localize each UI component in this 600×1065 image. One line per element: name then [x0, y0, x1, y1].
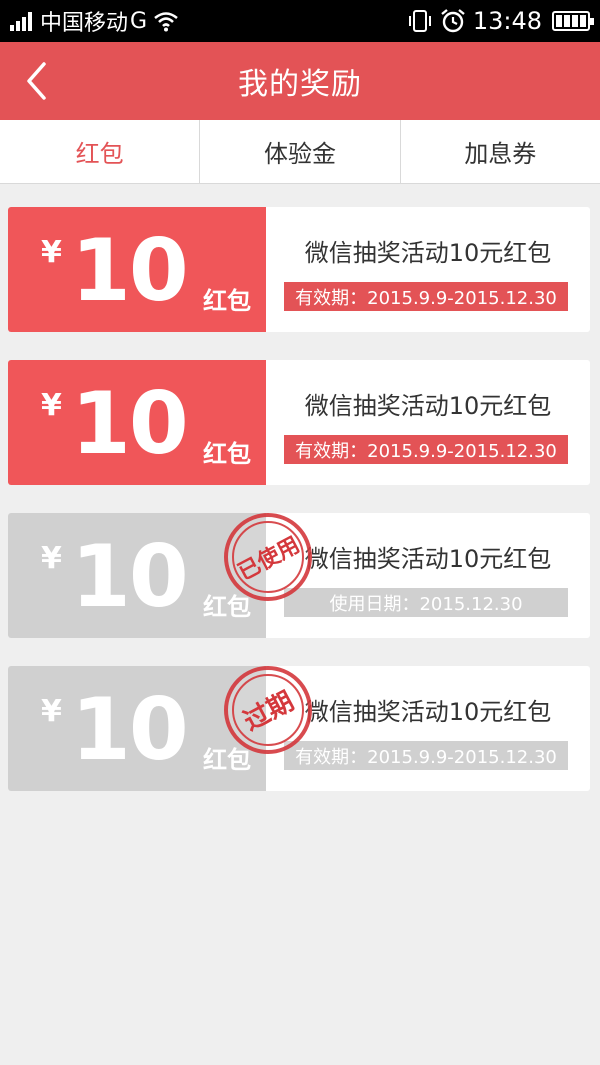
reward-amount: 10: [71, 680, 189, 780]
reward-amount: 10: [71, 374, 189, 474]
status-bar: 中国移动 G 13:48: [0, 0, 600, 42]
tab-trial-fund[interactable]: 体验金: [200, 120, 401, 183]
reward-card[interactable]: ¥ 10 红包 微信抽奖活动10元红包 有效期：2015.9.9-2015.12…: [8, 360, 590, 485]
tab-interest-coupon[interactable]: 加息券: [401, 120, 600, 183]
back-button[interactable]: [16, 58, 56, 104]
validity-badge: 使用日期：2015.12.30: [284, 588, 568, 617]
alarm-icon: [441, 9, 465, 33]
vibrate-icon: [408, 10, 431, 32]
app-header: 我的奖励: [0, 42, 600, 120]
currency-symbol: ¥: [41, 694, 62, 729]
currency-symbol: ¥: [41, 541, 62, 576]
reward-title: 微信抽奖活动10元红包: [304, 392, 552, 420]
reward-kind: 红包: [203, 440, 251, 468]
reward-kind: 红包: [203, 287, 251, 315]
clock-time: 13:48: [472, 7, 542, 35]
reward-card[interactable]: ¥ 10 红包 微信抽奖活动10元红包 有效期：2015.9.9-2015.12…: [8, 666, 590, 791]
reward-card[interactable]: ¥ 10 红包 微信抽奖活动10元红包 有效期：2015.9.9-2015.12…: [8, 207, 590, 332]
used-stamp-icon: 已使用: [224, 513, 312, 601]
battery-icon: [552, 11, 594, 31]
reward-amount: 10: [71, 221, 189, 321]
expired-stamp-icon: 过期: [224, 666, 312, 754]
reward-amount-panel: ¥ 10 红包: [8, 207, 266, 332]
carrier-name: 中国移动: [40, 11, 129, 36]
signal-icon: [10, 11, 32, 31]
tab-bar: 红包 体验金 加息券: [0, 120, 600, 184]
tab-red-packet[interactable]: 红包: [0, 120, 201, 183]
page-title: 我的奖励: [238, 67, 362, 102]
validity-badge: 有效期：2015.9.9-2015.12.30: [284, 741, 568, 770]
reward-amount: 10: [71, 527, 189, 627]
wifi-icon: [154, 12, 178, 32]
validity-badge: 有效期：2015.9.9-2015.12.30: [284, 435, 568, 464]
chevron-left-icon: [27, 62, 46, 100]
currency-symbol: ¥: [41, 388, 62, 423]
reward-title: 微信抽奖活动10元红包: [304, 239, 552, 267]
currency-symbol: ¥: [41, 235, 62, 270]
validity-badge: 有效期：2015.9.9-2015.12.30: [284, 282, 568, 311]
reward-amount-panel: ¥ 10 红包: [8, 360, 266, 485]
network-type: G: [130, 8, 148, 34]
reward-card[interactable]: ¥ 10 红包 微信抽奖活动10元红包 使用日期：2015.12.30 已使用: [8, 513, 590, 638]
